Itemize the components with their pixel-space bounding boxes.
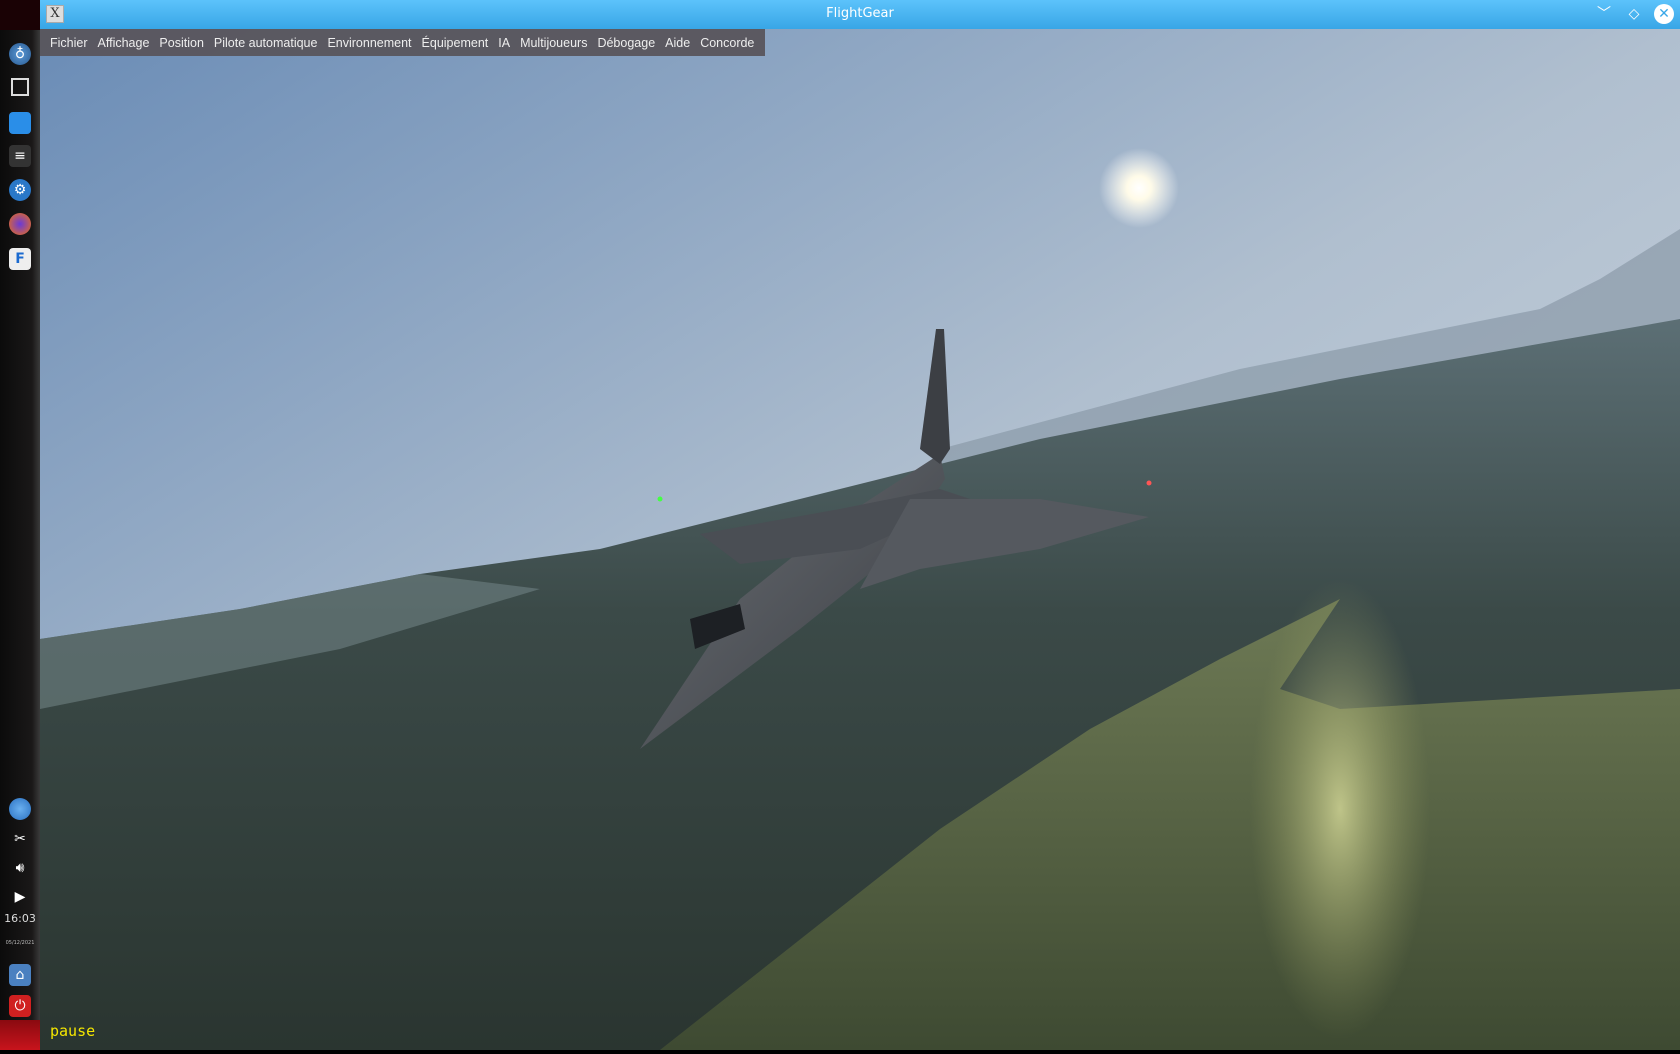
menu-bar: Fichier Affichage Position Pilote automa…	[40, 29, 765, 56]
menu-equipement[interactable]: Équipement	[417, 36, 494, 50]
close-button[interactable]: ✕	[1654, 4, 1674, 24]
clock[interactable]: 16:03	[0, 912, 40, 925]
menu-debogage[interactable]: Débogage	[592, 36, 660, 50]
firefox-icon[interactable]	[9, 213, 31, 235]
volume-icon[interactable]: 🔊︎	[9, 857, 31, 879]
expand-arrow-icon[interactable]: ▶	[9, 886, 31, 908]
gear-icon[interactable]: ⚙	[9, 179, 31, 201]
3d-scene	[40, 29, 1680, 1050]
terminal-icon[interactable]	[11, 78, 29, 96]
power-icon[interactable]: ⏻	[9, 995, 31, 1017]
menu-pilote-automatique[interactable]: Pilote automatique	[209, 36, 323, 50]
lock-icon[interactable]: ⌂	[9, 964, 31, 986]
menu-environnement[interactable]: Environnement	[322, 36, 416, 50]
dock-panel: ♁ ≡ ⚙ F ✂ 🔊︎ ▶ 16:03 05/12/2021 ⌂ ⏻	[0, 0, 40, 1050]
menu-aide[interactable]: Aide	[660, 36, 695, 50]
window-title: FlightGear	[826, 6, 894, 21]
menu-multijoueurs[interactable]: Multijoueurs	[515, 36, 592, 50]
menu-ia[interactable]: IA	[493, 36, 515, 50]
network-icon[interactable]	[9, 798, 31, 820]
date: 05/12/2021	[5, 940, 35, 946]
app-menu-icon[interactable]: ♁	[9, 43, 31, 65]
scissors-icon[interactable]: ✂	[9, 828, 31, 850]
menu-fichier[interactable]: Fichier	[45, 36, 93, 50]
flight-simulator-viewport[interactable]	[40, 29, 1680, 1050]
minimize-button[interactable]: ﹀	[1594, 4, 1614, 24]
sun	[1099, 148, 1179, 228]
maximize-button[interactable]: ◇	[1624, 4, 1644, 24]
flightgear-icon[interactable]: F	[9, 248, 31, 270]
menu-affichage[interactable]: Affichage	[93, 36, 155, 50]
pause-indicator: pause	[50, 1022, 96, 1040]
menu-position[interactable]: Position	[154, 36, 208, 50]
menu-concorde[interactable]: Concorde	[695, 36, 759, 50]
settings-icon[interactable]: ≡	[9, 145, 31, 167]
window-titlebar[interactable]: X FlightGear ﹀ ◇ ✕	[40, 0, 1680, 29]
folder-icon[interactable]	[9, 112, 31, 134]
